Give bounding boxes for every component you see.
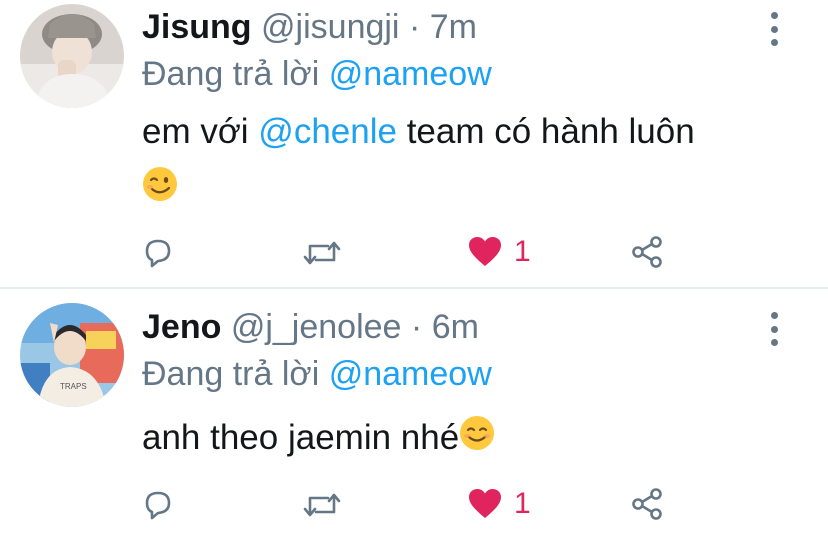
retweet-icon [303,241,341,265]
username-handle[interactable]: @j_jenolee [231,308,402,346]
tweet-header: Jisung @jisungji · 7m [142,7,477,47]
avatar[interactable]: TRAPS [20,303,124,407]
winking-face-emoji [142,166,178,207]
replying-mention-link[interactable]: @nameow [329,355,492,393]
heart-icon [469,237,501,266]
display-name[interactable]: Jeno [142,308,221,346]
replying-mention-link[interactable]: @nameow [329,55,492,93]
retweet-icon [303,493,341,517]
tweet-text-part: em với [142,112,259,151]
more-options-icon[interactable] [764,312,784,346]
display-name[interactable]: Jisung [142,8,252,46]
reply-button[interactable] [141,488,175,522]
retweet-button[interactable] [302,488,342,522]
reply-icon [145,239,171,268]
tweet-item[interactable]: Jisung @jisungji · 7m Đang trả lời @name… [0,0,828,286]
tweet-header: Jeno @j_jenolee · 6m [142,307,479,347]
reply-button[interactable] [141,236,175,270]
retweet-button[interactable] [302,236,342,270]
like-button[interactable]: 1 [468,487,531,521]
share-icon [632,488,662,520]
separator-dot: · [408,8,421,46]
share-button[interactable] [630,487,664,521]
heart-icon [469,489,501,518]
replying-prefix: Đang trả lời [142,355,320,393]
like-count: 1 [514,487,531,520]
separator-dot: · [410,308,423,346]
replying-prefix: Đang trả lời [142,55,320,93]
svg-text:TRAPS: TRAPS [60,382,87,391]
mention-link[interactable]: @chenle [258,112,397,151]
tweet-divider [0,287,828,289]
smiling-face-emoji [459,415,495,464]
replying-to-line: Đang trả lời @nameow [142,54,492,94]
reply-icon [145,491,171,520]
like-button[interactable]: 1 [468,235,531,269]
avatar[interactable] [20,4,124,108]
tweet-text: anh theo jaemin nhé [142,414,495,464]
tweet-text: em với @chenle team có hành luôn [142,108,695,156]
more-options-icon[interactable] [764,12,784,46]
tweet-item[interactable]: TRAPS Jeno @j_jenolee · 6m Đang trả lời … [0,290,828,538]
like-count: 1 [514,235,531,268]
timestamp: 7m [429,8,477,46]
timestamp: 6m [431,308,479,346]
share-button[interactable] [630,235,664,269]
tweet-text-part: anh theo jaemin nhé [142,418,460,457]
tweet-text-part: team có hành luôn [396,112,695,151]
username-handle[interactable]: @jisungji [261,8,399,46]
share-icon [632,236,662,268]
replying-to-line: Đang trả lời @nameow [142,354,492,394]
